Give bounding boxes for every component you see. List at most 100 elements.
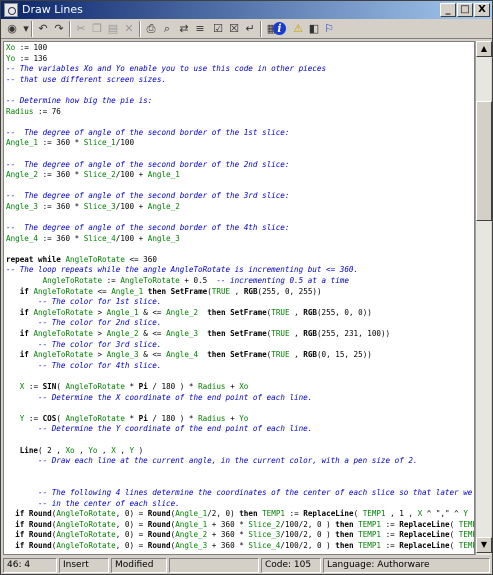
code-line[interactable] <box>6 181 474 192</box>
bookmark-icon[interactable]: ⚐ <box>321 21 337 37</box>
code-token: / 180 ) * <box>147 413 199 423</box>
code-line[interactable]: Xo := 100 <box>6 43 474 54</box>
code-line[interactable]: -- The color for 2nd slice. <box>6 318 474 329</box>
paste-icon[interactable]: ▤ <box>105 21 121 37</box>
code-line[interactable]: -- Determine how big the pie is: <box>6 96 474 107</box>
replace-icon[interactable]: ⇄ <box>176 21 192 37</box>
code-token: TEMP1 <box>458 530 474 540</box>
code-line[interactable]: -- Determine the X coordinate of the end… <box>6 393 474 404</box>
code-line[interactable]: if AngleToRotate <= Angle_1 then SetFram… <box>6 286 474 298</box>
code-token: RGB <box>243 286 258 296</box>
delete-icon[interactable]: ✕ <box>121 21 137 37</box>
print-icon[interactable]: ⎙ <box>143 21 159 37</box>
code-line[interactable]: -- The degree of angle of the second bor… <box>6 223 474 234</box>
code-line[interactable] <box>6 213 474 224</box>
code-editor[interactable]: Xo := 100 Yo := 136 -- The variables Xo an… <box>3 41 475 555</box>
code-token: Angle_3 <box>106 350 139 360</box>
code-line[interactable]: if Round(AngleToRotate, 0) = Round(Angle… <box>6 520 474 531</box>
maximize-button[interactable]: □ <box>457 3 473 17</box>
code-token: TEMP1 <box>458 540 474 550</box>
code-line[interactable]: -- The variables Xo and Yo enable you to… <box>6 64 474 75</box>
code-line[interactable]: Line( 2 , Xo , Yo , X , Y ) <box>6 446 474 457</box>
code-line[interactable]: Angle_3 := 360 * Slice_3/100 + Angle_2 <box>6 202 474 213</box>
scroll-down-button[interactable]: ▼ <box>476 537 492 553</box>
scroll-thumb[interactable] <box>476 101 492 221</box>
info-icon[interactable]: i <box>273 22 286 35</box>
code-line[interactable] <box>6 435 474 446</box>
code-token: repeat while <box>6 254 61 264</box>
find-icon[interactable]: ⌕ <box>159 21 175 37</box>
code-token: Angle_2 <box>106 329 139 339</box>
warning-icon[interactable]: ⚠ <box>290 21 306 37</box>
code-line[interactable]: Angle_1 := 360 * Slice_1/100 <box>6 138 474 149</box>
code-line[interactable]: Angle_4 := 360 * Slice_4/100 + Angle_3 <box>6 233 474 245</box>
code-token: Angle_3 <box>147 233 180 243</box>
code-line[interactable]: Angle_2 := 360 * Slice_2/100 + Angle_1 <box>6 170 474 181</box>
find-next-icon[interactable]: ≡ <box>192 21 208 37</box>
undo-icon[interactable]: ↶ <box>35 21 51 37</box>
select-all-icon[interactable]: ☑ <box>210 21 226 37</box>
code-token: ReplaceLine <box>399 530 450 540</box>
code-line[interactable]: -- The color for 3rd slice. <box>6 340 474 351</box>
vertical-scrollbar[interactable]: ▲ ▼ <box>475 41 492 555</box>
code-line[interactable]: -- The degree of angle of the second bor… <box>6 128 474 139</box>
code-line[interactable] <box>6 149 474 160</box>
code-line[interactable]: -- The loop repeats while the angle Angl… <box>6 265 474 276</box>
code-line[interactable]: -- The color for 4th slice. <box>6 361 474 372</box>
code-token: := 100 <box>15 43 48 52</box>
code-token: if <box>19 329 29 339</box>
code-token: Xo <box>239 382 249 391</box>
code-token: ( <box>449 530 459 540</box>
minimize-button[interactable]: _ <box>440 3 456 17</box>
code-line[interactable] <box>6 477 474 488</box>
code-token: Angle_2 <box>6 170 39 180</box>
code-line[interactable]: if Round(AngleToRotate, 0) = Round(Angle… <box>6 540 474 552</box>
help-icon[interactable]: ◧ <box>306 21 322 37</box>
wrap-icon[interactable]: ↵ <box>242 21 258 37</box>
code-line[interactable] <box>6 467 474 478</box>
code-text[interactable]: Xo := 100 Yo := 136 -- The variables Xo an… <box>6 43 474 555</box>
code-line[interactable]: if AngleToRotate > Angle_3 & <= Angle_4 … <box>6 350 474 361</box>
code-line[interactable]: Yo := 136 <box>6 53 474 65</box>
cut-icon[interactable]: ✂ <box>73 21 89 37</box>
code-line[interactable] <box>6 552 474 555</box>
code-line[interactable]: -- Draw each line at the current angle, … <box>6 456 474 467</box>
code-line[interactable]: Y := COS( AngleToRotate * Pi / 180 ) * R… <box>6 413 474 425</box>
check-icon[interactable]: ☒ <box>226 21 242 37</box>
code-line[interactable] <box>6 117 474 128</box>
code-line[interactable]: if AngleToRotate > Angle_1 & <= Angle_2 … <box>6 308 474 319</box>
code-token: + 0.5 <box>179 276 217 286</box>
code-line[interactable]: -- in the center of each slice. <box>6 499 474 510</box>
code-token: TEMP1 <box>358 530 381 540</box>
code-line[interactable]: AngleToRotate := AngleToRotate + 0.5 -- … <box>6 276 474 287</box>
code-line[interactable]: X := SIN( AngleToRotate * Pi / 180 ) * R… <box>6 382 474 393</box>
code-line[interactable]: -- The degree of angle of the second bor… <box>6 191 474 202</box>
code-line[interactable]: repeat while AngleToRotate <= 360 <box>6 254 474 266</box>
code-line[interactable]: -- The degree of angle of the second bor… <box>6 160 474 171</box>
code-line[interactable]: -- The following 4 lines determine the c… <box>6 488 474 499</box>
code-line[interactable]: -- Determine the Y coordinate of the end… <box>6 424 474 435</box>
code-line[interactable]: if Round(AngleToRotate, 0) = Round(Angle… <box>6 530 474 541</box>
code-line[interactable]: if AngleToRotate > Angle_2 & <= Angle_3 … <box>6 329 474 340</box>
code-line[interactable] <box>6 85 474 96</box>
redo-icon[interactable]: ↷ <box>51 21 67 37</box>
code-token: then SetFrame <box>207 350 267 360</box>
code-token: SIN <box>42 382 57 391</box>
code-line[interactable]: -- The color for 1st slice. <box>6 297 474 308</box>
scroll-up-button[interactable]: ▲ <box>476 41 492 57</box>
code-token: + <box>225 382 240 391</box>
code-line[interactable] <box>6 371 474 382</box>
code-line[interactable] <box>6 244 474 255</box>
copy-icon[interactable]: ❐ <box>89 21 105 37</box>
code-token: Slice_4 <box>83 233 116 243</box>
code-token: Yo <box>6 53 16 63</box>
code-token: <= 360 <box>124 254 157 264</box>
code-line[interactable] <box>6 403 474 414</box>
code-line[interactable]: -- that use different screen sizes. <box>6 75 474 86</box>
code-line[interactable]: Radius := 76 <box>6 107 474 118</box>
code-token: then <box>335 540 354 550</box>
close-button[interactable]: X <box>474 3 490 17</box>
code-line[interactable]: if Round(AngleToRotate, 0) = Round(Angle… <box>6 509 474 520</box>
